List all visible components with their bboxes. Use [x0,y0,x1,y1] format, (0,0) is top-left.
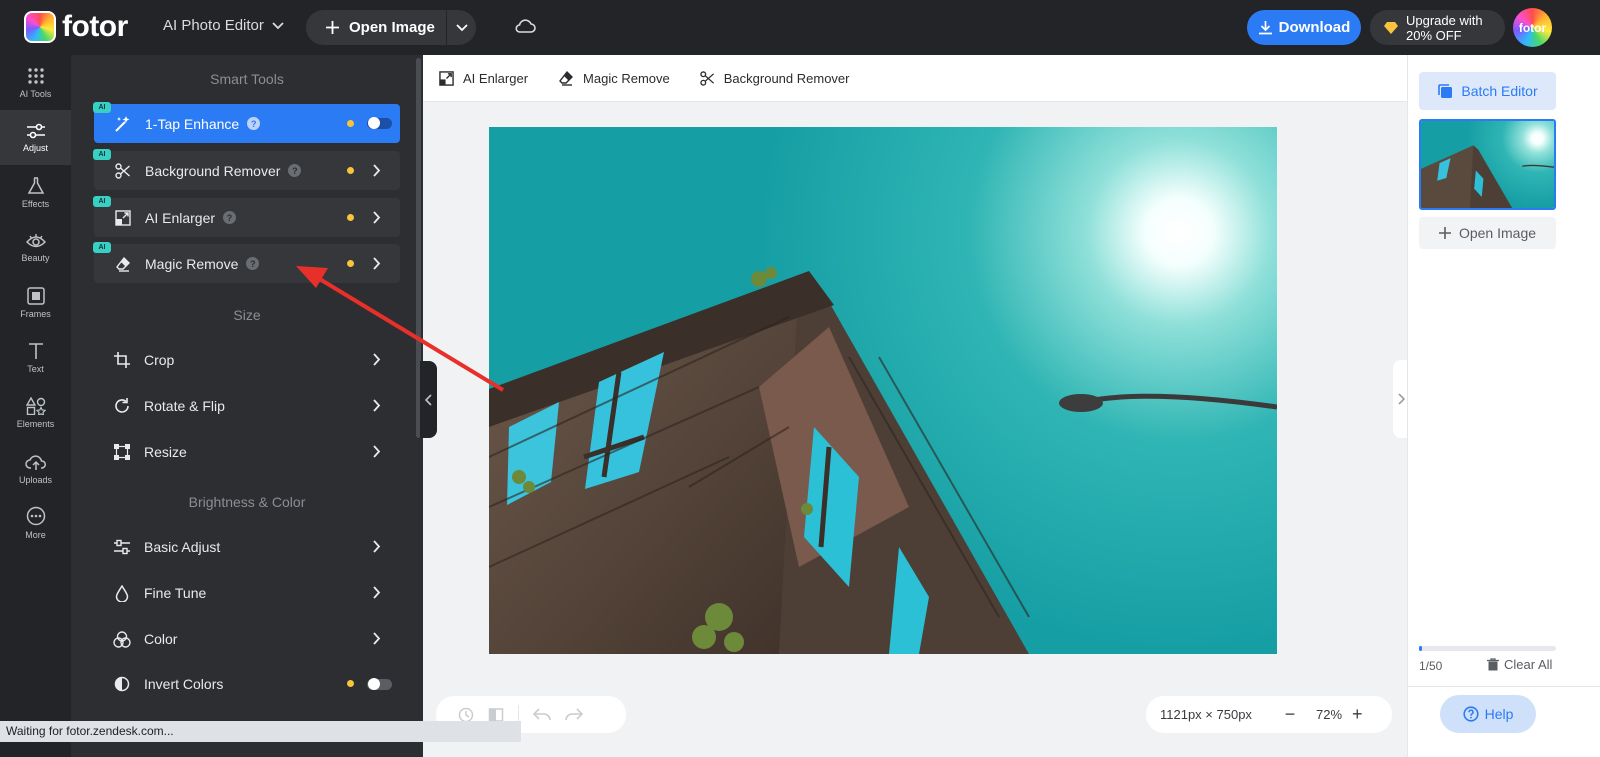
help-button[interactable]: Help [1440,695,1536,733]
zoom-in-button[interactable]: + [1352,704,1363,725]
redo-icon[interactable] [565,707,583,723]
chevron-right-icon [1397,393,1405,405]
zoom-level[interactable]: 72% [1312,707,1346,722]
batch-editor-label: Batch Editor [1461,83,1538,99]
help-label: Help [1484,706,1514,722]
batch-editor-button[interactable]: Batch Editor [1419,72,1556,110]
annotation-arrow [296,266,505,392]
image-thumbnail[interactable] [1419,119,1556,210]
clear-all-label: Clear All [1504,657,1553,672]
add-image-label: Open Image [1458,225,1537,241]
layers-icon [1438,84,1453,98]
progress-fill [1419,646,1422,651]
undo-icon[interactable] [533,707,551,723]
clear-all-button[interactable]: Clear All [1487,657,1552,672]
divider [1407,686,1600,687]
add-image-button[interactable]: Open Image [1419,217,1556,249]
image-count: 1/50 [1419,659,1443,673]
plus-icon [1438,227,1451,239]
zoom-toolbar: 1121px × 750px − 72% + [1146,696,1392,733]
image-dimensions: 1121px × 750px [1160,707,1252,722]
zoom-out-button[interactable]: − [1282,704,1298,725]
thumbnail-photo [1421,121,1554,208]
browser-status-bar: Waiting for fotor.zendesk.com... [0,721,521,742]
help-icon [1462,706,1479,722]
trash-icon [1487,658,1499,671]
image-count-progress [1419,646,1556,651]
